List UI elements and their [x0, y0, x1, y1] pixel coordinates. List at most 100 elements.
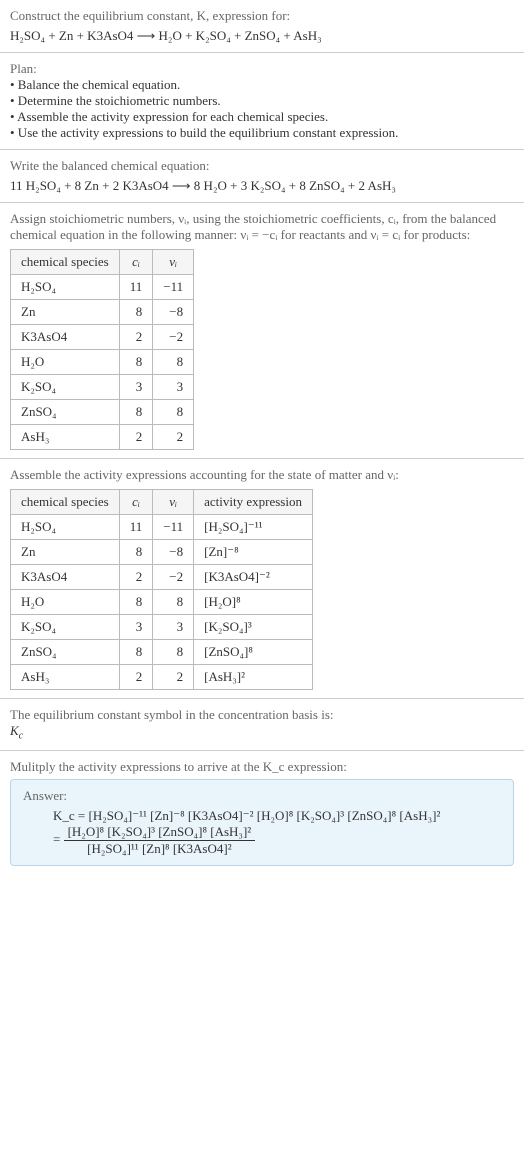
balanced-title: Write the balanced chemical equation: [10, 158, 514, 174]
cell-expr: [H₂SO₄]⁻¹¹ [194, 515, 313, 540]
symbol-value: Kc [10, 723, 514, 742]
multiply-title: Mulitply the activity expressions to arr… [10, 759, 514, 775]
table-header-row: chemical species cᵢ νᵢ [11, 250, 194, 275]
cell-expr: [K₂SO₄]³ [194, 615, 313, 640]
cell-nu: −8 [153, 300, 194, 325]
cell-expr: [AsH₃]² [194, 665, 313, 690]
cell-species: ZnSO₄ [11, 400, 120, 425]
col-nu: νᵢ [153, 490, 194, 515]
cell-c: 8 [119, 350, 153, 375]
col-species: chemical species [11, 490, 120, 515]
cell-nu: −8 [153, 540, 194, 565]
col-expr: activity expression [194, 490, 313, 515]
cell-nu: 3 [153, 375, 194, 400]
activity-section: Assemble the activity expressions accoun… [0, 459, 524, 699]
fraction-numerator: [H₂O]⁸ [K₂SO₄]³ [ZnSO₄]⁸ [AsH₃]² [64, 824, 256, 841]
cell-c: 8 [119, 400, 153, 425]
cell-species: K₂SO₄ [11, 615, 120, 640]
plan-item: • Balance the chemical equation. [10, 77, 514, 93]
stoich-section: Assign stoichiometric numbers, νᵢ, using… [0, 203, 524, 459]
cell-expr: [Zn]⁻⁸ [194, 540, 313, 565]
cell-expr: [K3AsO4]⁻² [194, 565, 313, 590]
cell-species: K₂SO₄ [11, 375, 120, 400]
col-nu: νᵢ [153, 250, 194, 275]
cell-species: Zn [11, 300, 120, 325]
table-row: H₂SO₄11−11[H₂SO₄]⁻¹¹ [11, 515, 313, 540]
cell-species: H₂O [11, 350, 120, 375]
cell-nu: −11 [153, 275, 194, 300]
plan-item: • Determine the stoichiometric numbers. [10, 93, 514, 109]
cell-species: H₂SO₄ [11, 515, 120, 540]
cell-nu: 2 [153, 425, 194, 450]
table-row: ZnSO₄88[ZnSO₄]⁸ [11, 640, 313, 665]
cell-species: AsH₃ [11, 425, 120, 450]
cell-c: 2 [119, 325, 153, 350]
cell-nu: 8 [153, 400, 194, 425]
stoich-table: chemical species cᵢ νᵢ H₂SO₄11−11 Zn8−8 … [10, 249, 194, 450]
cell-species: H₂O [11, 590, 120, 615]
header-section: Construct the equilibrium constant, K, e… [0, 0, 524, 53]
cell-species: Zn [11, 540, 120, 565]
cell-nu: −2 [153, 565, 194, 590]
cell-species: ZnSO₄ [11, 640, 120, 665]
plan-title: Plan: [10, 61, 514, 77]
cell-c: 2 [119, 665, 153, 690]
cell-c: 8 [119, 590, 153, 615]
fraction-denominator: [H₂SO₄]¹¹ [Zn]⁸ [K3AsO4]² [64, 841, 256, 857]
cell-species: K3AsO4 [11, 565, 120, 590]
cell-c: 11 [119, 275, 153, 300]
symbol-section: The equilibrium constant symbol in the c… [0, 699, 524, 751]
col-species: chemical species [11, 250, 120, 275]
cell-c: 8 [119, 300, 153, 325]
col-c: cᵢ [119, 490, 153, 515]
answer-line1: K_c = [H₂SO₄]⁻¹¹ [Zn]⁻⁸ [K3AsO4]⁻² [H₂O]… [53, 808, 440, 823]
balanced-section: Write the balanced chemical equation: 11… [0, 150, 524, 203]
cell-expr: [H₂O]⁸ [194, 590, 313, 615]
cell-expr: [ZnSO₄]⁸ [194, 640, 313, 665]
cell-species: AsH₃ [11, 665, 120, 690]
cell-nu: 8 [153, 640, 194, 665]
plan-section: Plan: • Balance the chemical equation. •… [0, 53, 524, 150]
unbalanced-equation: H₂SO₄ + Zn + K3AsO4 ⟶ H₂O + K₂SO₄ + ZnSO… [10, 28, 514, 44]
table-row: H₂SO₄11−11 [11, 275, 194, 300]
answer-fraction: [H₂O]⁸ [K₂SO₄]³ [ZnSO₄]⁸ [AsH₃]² [H₂SO₄]… [64, 824, 256, 857]
answer-label: Answer: [23, 788, 501, 804]
table-row: Zn8−8[Zn]⁻⁸ [11, 540, 313, 565]
plan-item: • Assemble the activity expression for e… [10, 109, 514, 125]
cell-nu: 3 [153, 615, 194, 640]
cell-c: 3 [119, 615, 153, 640]
cell-c: 8 [119, 540, 153, 565]
activity-title: Assemble the activity expressions accoun… [10, 467, 514, 483]
table-row: K3AsO42−2[K3AsO4]⁻² [11, 565, 313, 590]
table-row: AsH₃22 [11, 425, 194, 450]
table-row: H₂O88 [11, 350, 194, 375]
construct-prompt: Construct the equilibrium constant, K, e… [10, 8, 514, 24]
cell-c: 2 [119, 425, 153, 450]
multiply-section: Mulitply the activity expressions to arr… [0, 751, 524, 874]
symbol-title: The equilibrium constant symbol in the c… [10, 707, 514, 723]
stoich-title: Assign stoichiometric numbers, νᵢ, using… [10, 211, 514, 243]
balanced-equation: 11 H₂SO₄ + 8 Zn + 2 K3AsO4 ⟶ 8 H₂O + 3 K… [10, 178, 514, 194]
cell-nu: 8 [153, 350, 194, 375]
cell-nu: −11 [153, 515, 194, 540]
table-row: K₂SO₄33 [11, 375, 194, 400]
cell-nu: −2 [153, 325, 194, 350]
table-row: Zn8−8 [11, 300, 194, 325]
answer-box: Answer: K_c = [H₂SO₄]⁻¹¹ [Zn]⁻⁸ [K3AsO4]… [10, 779, 514, 866]
table-header-row: chemical species cᵢ νᵢ activity expressi… [11, 490, 313, 515]
table-row: K₂SO₄33[K₂SO₄]³ [11, 615, 313, 640]
activity-table: chemical species cᵢ νᵢ activity expressi… [10, 489, 313, 690]
cell-species: K3AsO4 [11, 325, 120, 350]
table-row: ZnSO₄88 [11, 400, 194, 425]
table-row: AsH₃22[AsH₃]² [11, 665, 313, 690]
plan-item: • Use the activity expressions to build … [10, 125, 514, 141]
answer-content: K_c = [H₂SO₄]⁻¹¹ [Zn]⁻⁸ [K3AsO4]⁻² [H₂O]… [23, 808, 501, 857]
cell-c: 8 [119, 640, 153, 665]
cell-c: 2 [119, 565, 153, 590]
cell-nu: 2 [153, 665, 194, 690]
cell-nu: 8 [153, 590, 194, 615]
table-row: K3AsO42−2 [11, 325, 194, 350]
table-row: H₂O88[H₂O]⁸ [11, 590, 313, 615]
cell-species: H₂SO₄ [11, 275, 120, 300]
answer-equals: = [53, 831, 64, 846]
